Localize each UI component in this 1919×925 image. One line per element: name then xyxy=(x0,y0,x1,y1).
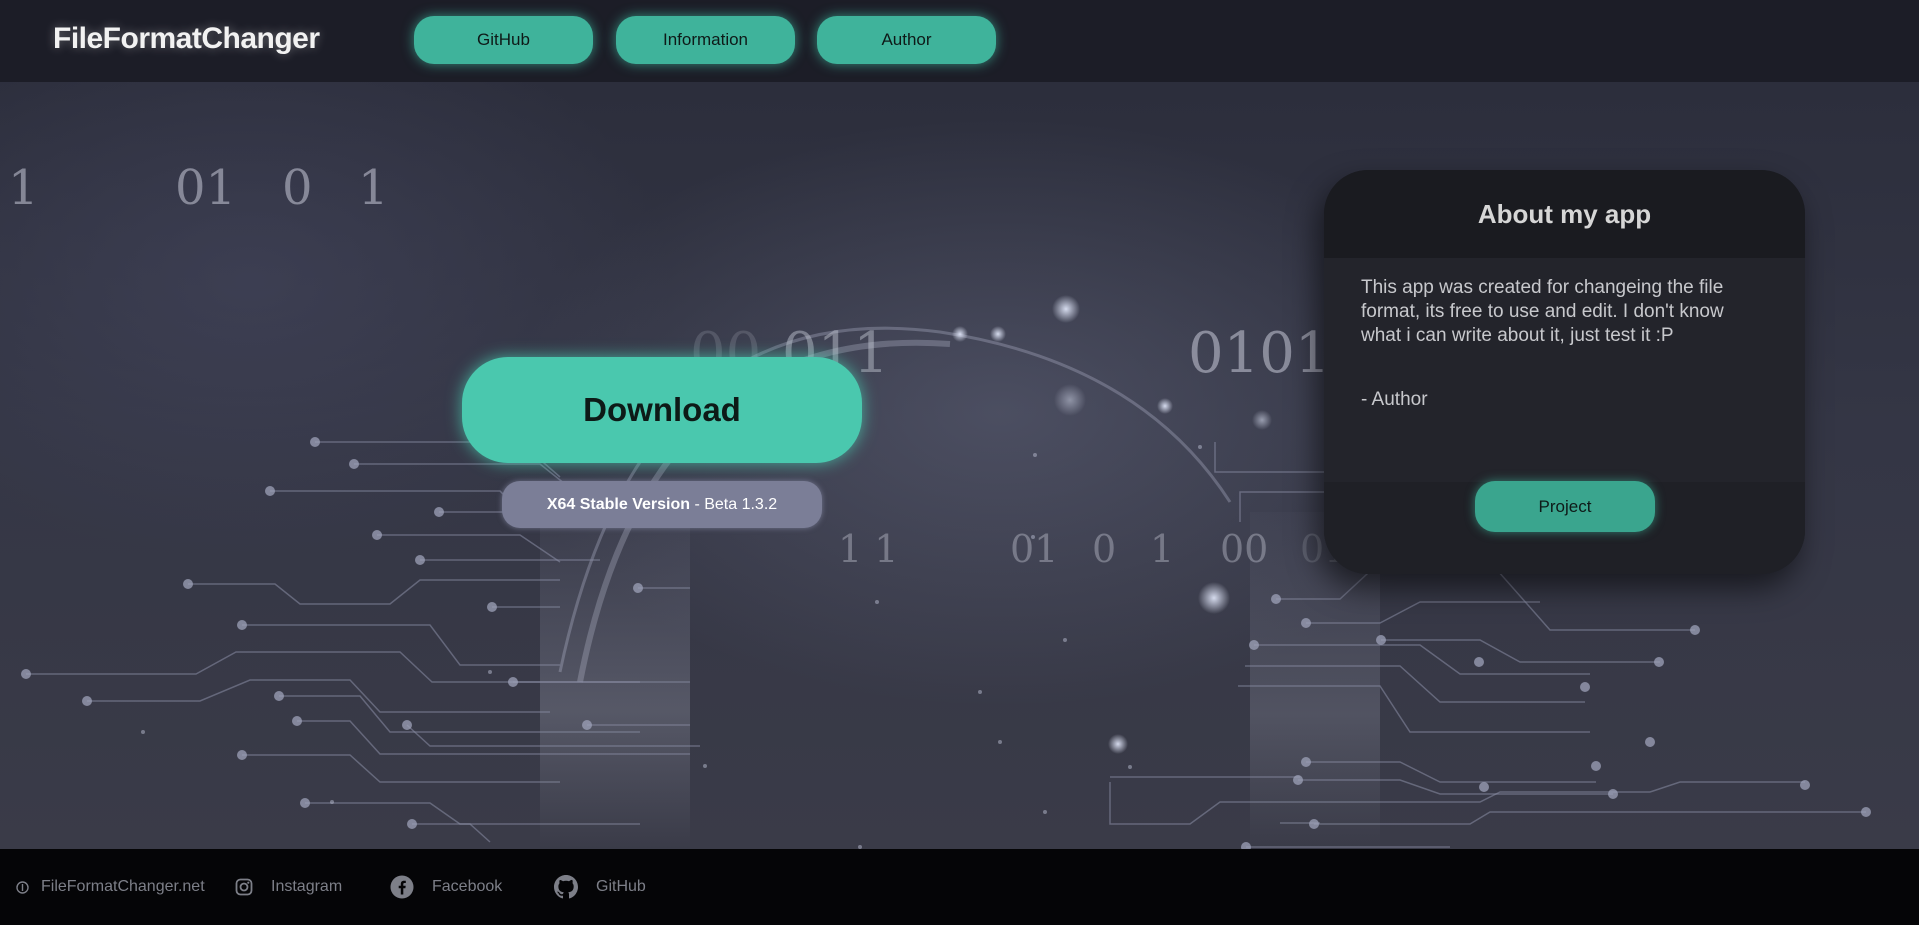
binary-digit: 0101 xyxy=(1188,321,1331,386)
project-button[interactable]: Project xyxy=(1475,481,1655,532)
github-icon xyxy=(554,875,578,899)
footer-facebook-link[interactable]: Facebook xyxy=(390,849,502,925)
nav-author-button[interactable]: Author xyxy=(817,16,996,64)
footer-site-link[interactable]: FileFormatChanger.net xyxy=(16,849,205,925)
version-badge: X64 Stable Version - Beta 1.3.2 xyxy=(502,481,822,528)
about-description: This app was created for changeing the f… xyxy=(1361,277,1724,346)
nav-github-button[interactable]: GitHub xyxy=(414,16,593,64)
version-number: - Beta 1.3.2 xyxy=(690,495,778,513)
site-logo[interactable]: FileFormatChanger xyxy=(53,22,320,56)
footer-site-label: FileFormatChanger.net xyxy=(41,878,205,895)
about-title: About my app xyxy=(1324,170,1805,258)
binary-digit: 00 xyxy=(1220,527,1268,571)
footer: FileFormatChanger.net Instagram Facebook… xyxy=(0,849,1919,925)
footer-github-link[interactable]: GitHub xyxy=(554,849,646,925)
binary-digit: 01 xyxy=(1010,527,1058,571)
download-button[interactable]: Download xyxy=(462,357,862,463)
about-author: - Author xyxy=(1361,389,1428,410)
footer-facebook-label: Facebook xyxy=(432,878,503,895)
binary-digit: 0 xyxy=(1092,527,1116,571)
version-name: X64 Stable Version xyxy=(546,495,690,513)
binary-digit: 1 xyxy=(358,160,389,216)
top-navbar: FileFormatChanger GitHub Information Aut… xyxy=(0,0,1919,82)
binary-digit: 1 xyxy=(1150,527,1174,571)
instagram-icon xyxy=(235,878,253,896)
binary-digit: 01 xyxy=(175,160,236,216)
footer-instagram-label: Instagram xyxy=(271,878,343,895)
facebook-icon xyxy=(390,875,414,899)
binary-digit: 0 xyxy=(282,160,313,216)
nav-information-button[interactable]: Information xyxy=(616,16,795,64)
about-card: About my app This app was created for ch… xyxy=(1324,170,1805,574)
info-icon xyxy=(16,880,29,894)
footer-instagram-link[interactable]: Instagram xyxy=(235,849,342,925)
footer-github-label: GitHub xyxy=(596,878,646,895)
binary-digit: 1 xyxy=(8,160,39,216)
binary-digit: 1 1 xyxy=(838,527,898,571)
